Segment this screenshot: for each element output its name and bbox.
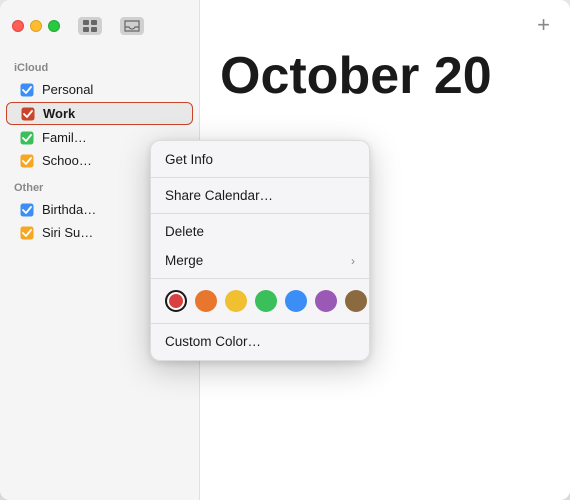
- close-button[interactable]: [12, 20, 24, 32]
- icloud-section-label: iCloud: [0, 52, 199, 78]
- custom-color-label: Custom Color…: [165, 334, 261, 349]
- color-swatch-brown[interactable]: [345, 290, 367, 312]
- school-label: Schoo…: [42, 153, 92, 168]
- inbox-button[interactable]: [120, 17, 144, 35]
- birthdays-label: Birthda…: [42, 202, 96, 217]
- titlebar: [0, 0, 199, 52]
- menu-item-get-info[interactable]: Get Info: [151, 145, 369, 174]
- work-checkbox[interactable]: [21, 107, 35, 121]
- add-event-button[interactable]: +: [537, 14, 550, 36]
- menu-separator-4: [151, 323, 369, 324]
- sidebar-item-personal[interactable]: Personal: [6, 79, 193, 100]
- menu-item-merge[interactable]: Merge ›: [151, 246, 369, 275]
- share-calendar-label: Share Calendar…: [165, 188, 273, 203]
- get-info-label: Get Info: [165, 152, 213, 167]
- color-swatch-red[interactable]: [165, 290, 187, 312]
- context-menu: Get Info Share Calendar… Delete Merge ›: [150, 140, 370, 361]
- menu-item-delete[interactable]: Delete: [151, 217, 369, 246]
- grid-view-button[interactable]: [78, 17, 102, 35]
- siri-suggestions-label: Siri Su…: [42, 225, 93, 240]
- merge-submenu-icon: ›: [351, 254, 355, 268]
- menu-separator-2: [151, 213, 369, 214]
- family-label: Famil…: [42, 130, 87, 145]
- color-swatch-purple[interactable]: [315, 290, 337, 312]
- month-title: October 20: [220, 50, 550, 102]
- app-window: iCloud Personal Work: [0, 0, 570, 500]
- menu-separator-1: [151, 177, 369, 178]
- color-swatch-blue[interactable]: [285, 290, 307, 312]
- sidebar-item-work[interactable]: Work: [6, 102, 193, 125]
- school-checkbox[interactable]: [20, 154, 34, 168]
- menu-separator-3: [151, 278, 369, 279]
- main-toolbar: +: [537, 14, 550, 36]
- minimize-button[interactable]: [30, 20, 42, 32]
- color-swatch-green[interactable]: [255, 290, 277, 312]
- maximize-button[interactable]: [48, 20, 60, 32]
- color-swatch-orange[interactable]: [195, 290, 217, 312]
- color-swatch-yellow[interactable]: [225, 290, 247, 312]
- merge-label: Merge: [165, 253, 203, 268]
- color-row: [151, 282, 369, 320]
- delete-label: Delete: [165, 224, 204, 239]
- traffic-lights: [12, 20, 60, 32]
- personal-label: Personal: [42, 82, 93, 97]
- menu-item-share-calendar[interactable]: Share Calendar…: [151, 181, 369, 210]
- birthdays-checkbox[interactable]: [20, 203, 34, 217]
- menu-item-custom-color[interactable]: Custom Color…: [151, 327, 369, 356]
- siri-suggestions-checkbox[interactable]: [20, 226, 34, 240]
- work-label: Work: [43, 106, 75, 121]
- family-checkbox[interactable]: [20, 131, 34, 145]
- personal-checkbox[interactable]: [20, 83, 34, 97]
